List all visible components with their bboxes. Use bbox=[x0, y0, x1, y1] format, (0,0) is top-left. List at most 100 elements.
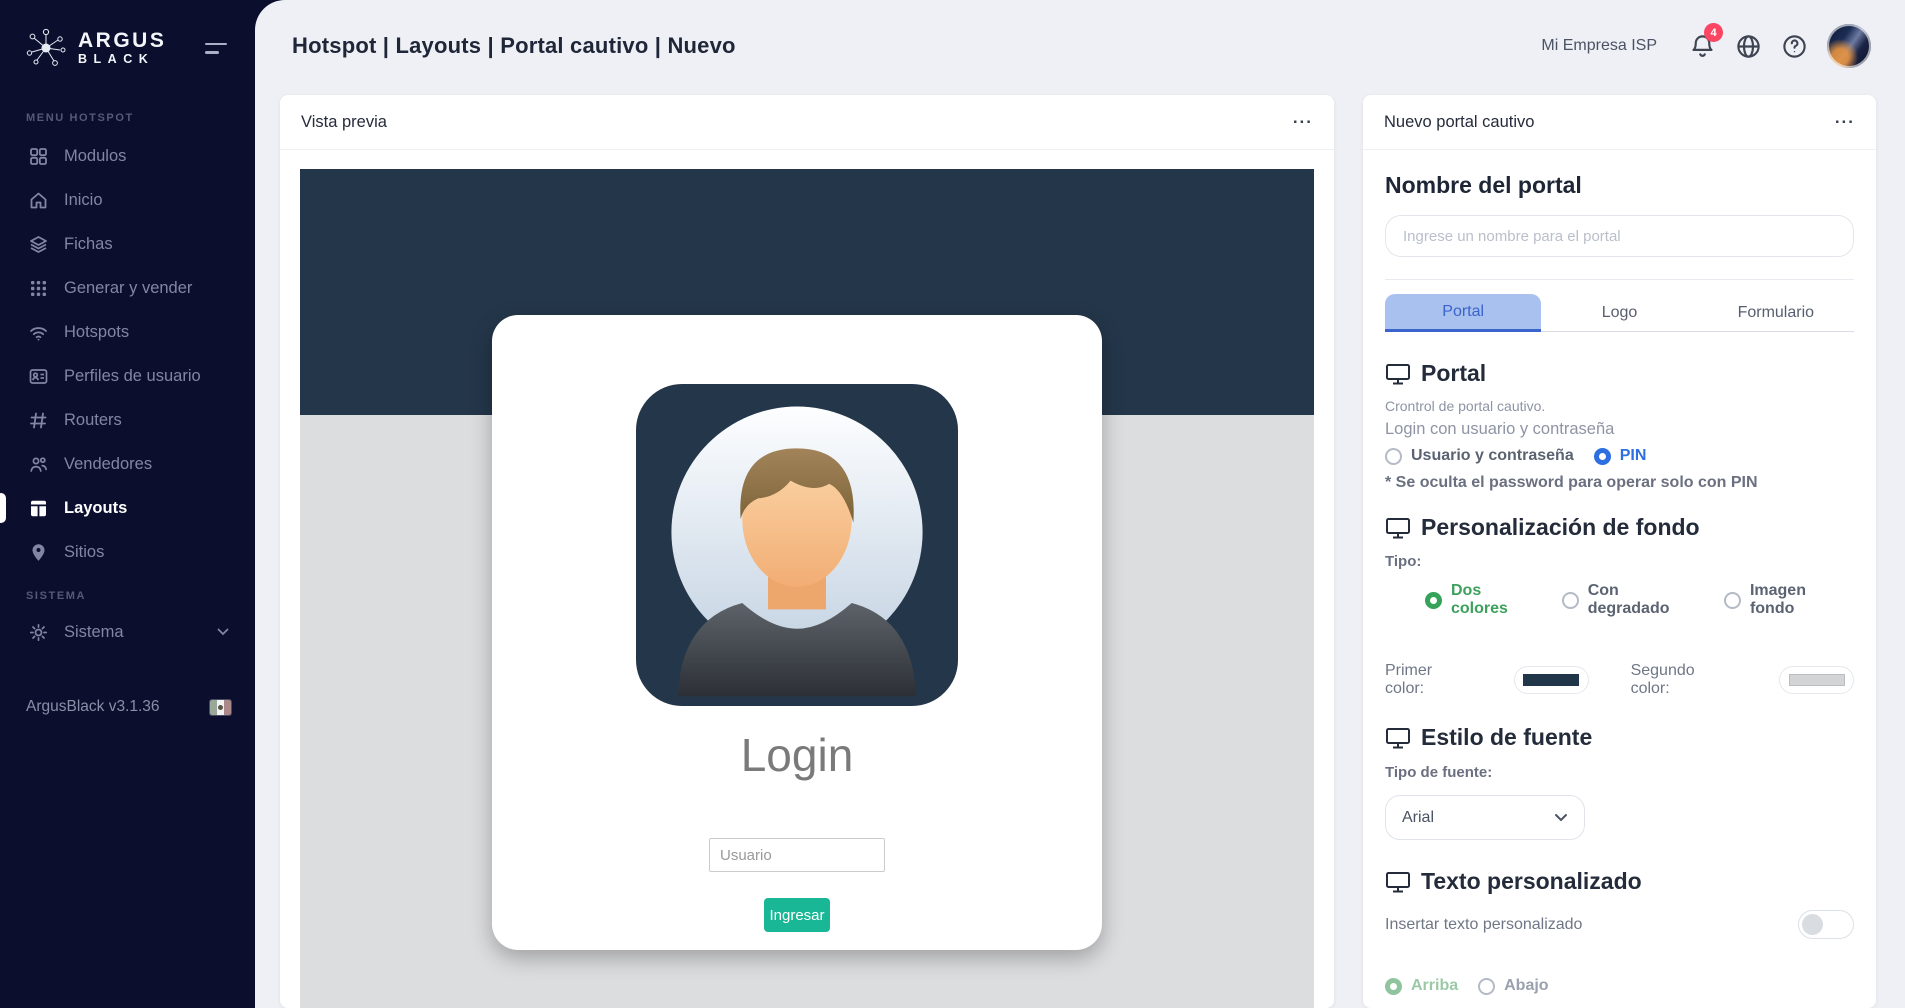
brand-line1: ARGUS bbox=[78, 30, 166, 51]
chevron-down-icon bbox=[217, 628, 229, 636]
user-avatar[interactable] bbox=[1827, 24, 1871, 68]
insert-custom-text-label: Insertar texto personalizado bbox=[1385, 916, 1582, 934]
help-button[interactable] bbox=[1771, 23, 1817, 69]
brand-line2: BLACK bbox=[78, 53, 166, 66]
custom-text-section-heading: Texto personalizado bbox=[1421, 868, 1642, 895]
sidebar-item-label: Routers bbox=[64, 411, 122, 430]
language-button[interactable] bbox=[1725, 23, 1771, 69]
login-avatar-image bbox=[636, 384, 958, 706]
monitor-icon bbox=[1385, 516, 1411, 540]
sidebar-item-hotspots[interactable]: Hotspots bbox=[0, 310, 255, 354]
argus-network-logo-icon bbox=[24, 26, 68, 70]
notifications-button[interactable]: 4 bbox=[1679, 23, 1725, 69]
breadcrumb: Hotspot | Layouts | Portal cautivo | Nue… bbox=[292, 33, 736, 59]
grid-dots-icon bbox=[28, 278, 49, 299]
login-submit-button[interactable]: Ingresar bbox=[764, 898, 830, 932]
modules-icon bbox=[28, 146, 49, 167]
radio-usuario-contrasena-label: Usuario y contraseña bbox=[1411, 447, 1574, 465]
second-color-picker[interactable] bbox=[1779, 666, 1854, 694]
font-select-value: Arial bbox=[1402, 809, 1434, 827]
sidebar-item-perfiles-de-usuario[interactable]: Perfiles de usuario bbox=[0, 354, 255, 398]
radio-abajo[interactable] bbox=[1478, 978, 1495, 995]
sidebar-item-layouts[interactable]: Layouts bbox=[0, 486, 255, 530]
id-card-icon bbox=[28, 366, 49, 387]
login-title: Login bbox=[492, 728, 1102, 782]
sidebar: ARGUS BLACK MENU HOTSPOT Modulos Inicio … bbox=[0, 0, 255, 1008]
portal-login-line: Login con usuario y contraseña bbox=[1385, 420, 1854, 439]
first-color-label: Primer color: bbox=[1385, 662, 1470, 698]
layers-icon bbox=[28, 234, 49, 255]
sidebar-item-inicio[interactable]: Inicio bbox=[0, 178, 255, 222]
monitor-icon bbox=[1385, 870, 1411, 894]
home-icon bbox=[28, 190, 49, 211]
tab-portal[interactable]: Portal bbox=[1385, 294, 1541, 332]
sidebar-item-generar-y-vender[interactable]: Generar y vender bbox=[0, 266, 255, 310]
sidebar-item-label: Hotspots bbox=[64, 323, 129, 342]
font-select[interactable]: Arial bbox=[1385, 795, 1585, 840]
sidebar-item-sitios[interactable]: Sitios bbox=[0, 530, 255, 574]
logo: ARGUS BLACK bbox=[0, 0, 255, 70]
radio-imagen-fondo-label: Imagen fondo bbox=[1750, 582, 1854, 618]
sidebar-item-fichas[interactable]: Fichas bbox=[0, 222, 255, 266]
sidebar-collapse-icon[interactable] bbox=[201, 39, 231, 58]
portal-preview: Login Ingresar bbox=[300, 169, 1314, 1008]
radio-dos-colores[interactable] bbox=[1425, 592, 1442, 609]
first-color-picker[interactable] bbox=[1514, 666, 1589, 694]
preview-card-title: Vista previa bbox=[301, 113, 387, 132]
sidebar-item-label: Modulos bbox=[64, 147, 126, 166]
insert-custom-text-toggle[interactable] bbox=[1798, 910, 1854, 939]
tab-formulario[interactable]: Formulario bbox=[1698, 294, 1854, 332]
main-area: Hotspot | Layouts | Portal cautivo | Nue… bbox=[255, 0, 1905, 1008]
radio-con-degradado-label: Con degradado bbox=[1588, 582, 1704, 618]
sidebar-item-routers[interactable]: Routers bbox=[0, 398, 255, 442]
radio-pin-label: PIN bbox=[1620, 447, 1647, 465]
divider bbox=[1385, 279, 1854, 280]
hash-icon bbox=[28, 410, 49, 431]
gear-icon bbox=[28, 622, 49, 643]
layout-icon bbox=[28, 498, 49, 519]
login-username-input[interactable] bbox=[709, 838, 885, 872]
sidebar-section-hotspot: MENU HOTSPOT bbox=[0, 112, 255, 124]
sidebar-item-label: Sitios bbox=[64, 543, 104, 562]
sidebar-item-vendedores[interactable]: Vendedores bbox=[0, 442, 255, 486]
sidebar-item-sistema[interactable]: Sistema bbox=[0, 610, 255, 654]
radio-pin[interactable] bbox=[1594, 448, 1611, 465]
sidebar-item-label: Inicio bbox=[64, 191, 103, 210]
monitor-icon bbox=[1385, 726, 1411, 750]
language-flag-icon[interactable] bbox=[210, 700, 231, 715]
preview-card: Vista previa ... bbox=[280, 95, 1334, 1008]
radio-abajo-label: Abajo bbox=[1504, 977, 1548, 995]
tab-logo[interactable]: Logo bbox=[1541, 294, 1697, 332]
font-section-heading: Estilo de fuente bbox=[1421, 724, 1592, 751]
panel-tabs: Portal Logo Formulario bbox=[1385, 294, 1854, 332]
sidebar-item-label: Generar y vender bbox=[64, 279, 192, 298]
new-portal-panel: Nuevo portal cautivo ... Nombre del port… bbox=[1363, 95, 1876, 1008]
radio-con-degradado[interactable] bbox=[1562, 592, 1579, 609]
sidebar-item-modulos[interactable]: Modulos bbox=[0, 134, 255, 178]
portal-section-heading: Portal bbox=[1421, 360, 1486, 387]
second-color-label: Segundo color: bbox=[1631, 662, 1732, 698]
map-pin-icon bbox=[28, 542, 49, 563]
topbar: Hotspot | Layouts | Portal cautivo | Nue… bbox=[255, 0, 1905, 92]
panel-title: Nuevo portal cautivo bbox=[1384, 113, 1534, 132]
preview-card-menu-icon[interactable]: ... bbox=[1293, 115, 1313, 130]
portal-name-input[interactable] bbox=[1385, 215, 1854, 257]
app-version-row: ArgusBlack v3.1.36 bbox=[0, 698, 255, 716]
sidebar-item-label: Perfiles de usuario bbox=[64, 367, 201, 386]
help-icon bbox=[1781, 33, 1808, 60]
radio-dos-colores-label: Dos colores bbox=[1451, 582, 1542, 618]
preview-login-card: Login Ingresar bbox=[492, 315, 1102, 950]
monitor-icon bbox=[1385, 362, 1411, 386]
radio-imagen-fondo[interactable] bbox=[1724, 592, 1741, 609]
background-section-heading: Personalización de fondo bbox=[1421, 514, 1700, 541]
sidebar-section-sistema: SISTEMA bbox=[0, 590, 255, 602]
users-icon bbox=[28, 454, 49, 475]
radio-arriba-label: Arriba bbox=[1411, 977, 1458, 995]
sidebar-item-label: Fichas bbox=[64, 235, 113, 254]
panel-menu-icon[interactable]: ... bbox=[1835, 115, 1855, 130]
notification-badge: 4 bbox=[1704, 23, 1723, 42]
pin-note: * Se oculta el password para operar solo… bbox=[1385, 474, 1854, 492]
radio-arriba[interactable] bbox=[1385, 978, 1402, 995]
radio-usuario-contrasena[interactable] bbox=[1385, 448, 1402, 465]
portal-name-label: Nombre del portal bbox=[1385, 172, 1854, 199]
